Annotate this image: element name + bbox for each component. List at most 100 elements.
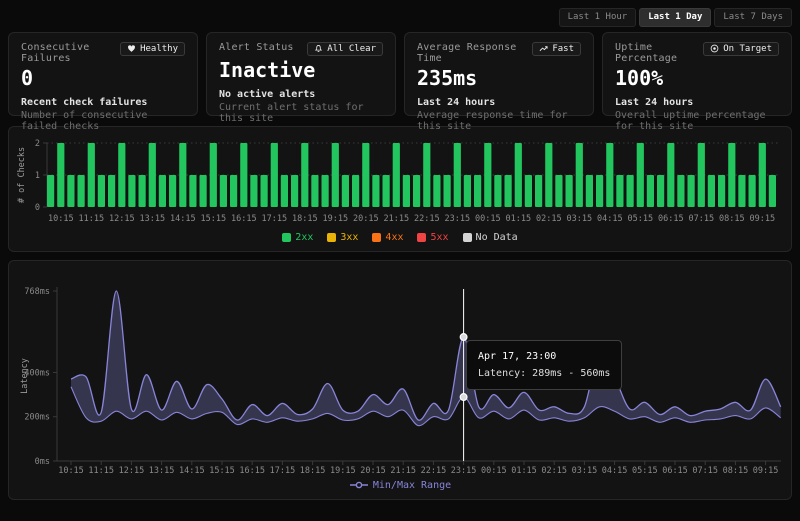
- status-bar: [464, 175, 471, 207]
- latency-chart-legend: Min/Max Range: [15, 479, 785, 497]
- status-bar: [525, 175, 532, 207]
- status-bar: [718, 175, 725, 207]
- status-bar: [566, 175, 573, 207]
- svg-text:18:15: 18:15: [292, 214, 318, 224]
- svg-text:07:15: 07:15: [688, 214, 714, 224]
- card-description: Current alert status for this site: [219, 102, 383, 124]
- legend-label: 2xx: [295, 232, 313, 243]
- badge-label: Fast: [552, 44, 574, 54]
- svg-text:Latency: Latency: [20, 358, 30, 394]
- status-bar: [362, 143, 369, 207]
- status-bar: [98, 175, 105, 207]
- svg-text:1: 1: [35, 171, 40, 181]
- range-button-7-days[interactable]: Last 7 Days: [714, 8, 792, 27]
- status-bar: [108, 175, 115, 207]
- checks-bar-chart[interactable]: 01210:1511:1512:1513:1514:1515:1516:1517…: [15, 137, 785, 229]
- range-button-1-hour[interactable]: Last 1 Hour: [559, 8, 637, 27]
- bell-icon: [314, 44, 323, 53]
- minmax-legend-item[interactable]: Min/Max Range: [349, 480, 451, 491]
- svg-text:13:15: 13:15: [149, 466, 175, 476]
- status-bar: [677, 175, 684, 207]
- svg-text:0ms: 0ms: [35, 457, 50, 467]
- svg-text:# of Checks: # of Checks: [17, 147, 27, 203]
- card-subtitle: Last 24 hours: [417, 97, 581, 108]
- status-bar: [200, 175, 207, 207]
- topbar: Last 1 Hour Last 1 Day Last 7 Days: [0, 0, 800, 32]
- status-bar: [352, 175, 359, 207]
- svg-text:17:15: 17:15: [270, 466, 296, 476]
- status-bar: [332, 143, 339, 207]
- svg-text:11:15: 11:15: [78, 214, 104, 224]
- trend-up-icon: [539, 44, 548, 53]
- stat-cards-row: Consecutive Failures Healthy 0 Recent ch…: [0, 32, 800, 116]
- status-bar: [535, 175, 542, 207]
- legend-swatch: [463, 233, 472, 242]
- legend-swatch: [327, 233, 336, 242]
- status-bar: [291, 175, 298, 207]
- status-bar: [555, 175, 562, 207]
- svg-text:10:15: 10:15: [48, 214, 74, 224]
- svg-text:07:15: 07:15: [692, 466, 718, 476]
- max-point-marker: [460, 333, 467, 340]
- svg-text:09:15: 09:15: [749, 214, 775, 224]
- status-bar: [372, 175, 379, 207]
- card-uptime-percentage: Uptime Percentage On Target 100% Last 24…: [602, 32, 792, 116]
- minmax-legend-label: Min/Max Range: [373, 480, 451, 491]
- latency-chart-panel: 0ms200ms400ms768ms10:1511:1512:1513:1514…: [8, 260, 792, 500]
- card-description: Number of consecutive failed checks: [21, 110, 185, 132]
- status-badge: On Target: [703, 42, 779, 56]
- legend-item-5xx[interactable]: 5xx: [417, 232, 448, 243]
- svg-text:08:15: 08:15: [723, 466, 749, 476]
- card-title: Consecutive Failures: [21, 42, 120, 64]
- status-bar: [545, 143, 552, 207]
- svg-text:09:15: 09:15: [753, 466, 779, 476]
- card-average-response-time: Average Response Time Fast 235ms Last 24…: [404, 32, 594, 116]
- card-value: 0: [21, 67, 185, 90]
- status-bar: [728, 143, 735, 207]
- range-button-1-day[interactable]: Last 1 Day: [639, 8, 711, 27]
- status-bar: [149, 143, 156, 207]
- status-bar: [688, 175, 695, 207]
- svg-text:01:15: 01:15: [505, 214, 531, 224]
- legend-item-2xx[interactable]: 2xx: [282, 232, 313, 243]
- status-bar: [474, 175, 481, 207]
- status-bar: [250, 175, 257, 207]
- status-bar: [667, 143, 674, 207]
- status-bar: [322, 175, 329, 207]
- card-subtitle: Recent check failures: [21, 97, 185, 108]
- line-marker-icon: [349, 480, 369, 490]
- status-bar: [505, 175, 512, 207]
- svg-text:23:15: 23:15: [444, 214, 470, 224]
- legend-swatch: [282, 233, 291, 242]
- svg-text:0: 0: [35, 203, 40, 213]
- checks-chart-legend: 2xx 3xx 4xx 5xx No Data: [15, 229, 785, 249]
- latency-area-chart[interactable]: 0ms200ms400ms768ms10:1511:1512:1513:1514…: [15, 269, 785, 479]
- legend-swatch: [372, 233, 381, 242]
- legend-item-3xx[interactable]: 3xx: [327, 232, 358, 243]
- svg-text:16:15: 16:15: [239, 466, 265, 476]
- status-bar: [738, 175, 745, 207]
- status-badge: Healthy: [120, 42, 185, 56]
- status-bar: [88, 143, 95, 207]
- card-consecutive-failures: Consecutive Failures Healthy 0 Recent ch…: [8, 32, 198, 116]
- target-icon: [710, 44, 719, 53]
- status-bar: [627, 175, 634, 207]
- status-bar: [57, 143, 64, 207]
- status-bar: [128, 175, 135, 207]
- status-bar: [271, 143, 278, 207]
- badge-label: On Target: [723, 44, 772, 54]
- svg-text:03:15: 03:15: [572, 466, 598, 476]
- status-bar: [596, 175, 603, 207]
- svg-text:2: 2: [35, 139, 40, 149]
- svg-text:03:15: 03:15: [566, 214, 592, 224]
- status-bar: [67, 175, 74, 207]
- status-bar: [342, 175, 349, 207]
- legend-item-4xx[interactable]: 4xx: [372, 232, 403, 243]
- card-value: Inactive: [219, 59, 383, 82]
- svg-text:11:15: 11:15: [88, 466, 114, 476]
- svg-text:21:15: 21:15: [383, 214, 409, 224]
- legend-label: 4xx: [385, 232, 403, 243]
- status-bar: [484, 143, 491, 207]
- minmax-band: [71, 291, 781, 426]
- legend-item-no-data[interactable]: No Data: [463, 232, 518, 243]
